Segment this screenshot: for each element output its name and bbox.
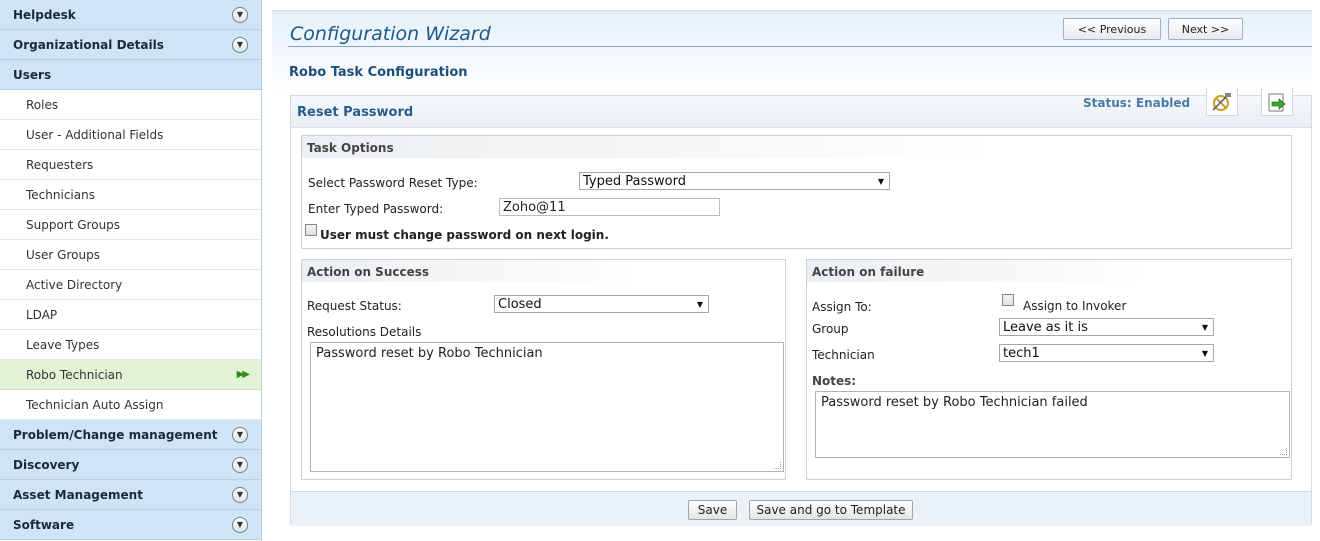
section-subtitle: Robo Task Configuration [289,65,468,80]
group-value: Leave as it is [1003,319,1088,335]
typed-password-input[interactable]: Zoho@11 [499,198,720,216]
reset-type-value: Typed Password [583,173,686,189]
reset-type-label: Select Password Reset Type: [308,176,478,190]
sidebar-item-technicians[interactable]: Technicians [0,180,261,210]
dropdown-arrow-icon: ▼ [877,176,884,186]
double-arrow-right-icon: ▶▶ [236,369,250,380]
technician-label: Technician [812,348,875,362]
sidebar-item-label: Requesters [26,157,94,172]
must-change-password-checkbox[interactable] [305,224,317,236]
request-status-label: Request Status: [307,299,402,313]
dropdown-arrow-icon: ▼ [1201,322,1208,332]
sidebar-item-user-groups[interactable]: User Groups [0,240,261,270]
action-on-success-legend: Action on Success [302,260,785,282]
sidebar-item-label: Support Groups [26,217,121,232]
sidebar-item-label: Technician Auto Assign [26,397,164,412]
request-status-value: Closed [498,296,542,312]
task-options-legend: Task Options [302,136,1291,158]
assign-to-invoker-checkbox[interactable] [1002,294,1014,306]
action-on-success-box: Action on Success Request Status: Closed… [301,259,786,480]
resolution-text: Password reset by Robo Technician [316,346,543,361]
status-label: Status: Enabled [1083,96,1191,110]
sidebar-item-leave-types[interactable]: Leave Types [0,330,261,360]
notes-text: Password reset by Robo Technician failed [821,395,1088,410]
sidebar-item-active-directory[interactable]: Active Directory [0,270,261,300]
sidebar-item-user-additional-fields[interactable]: User - Additional Fields [0,120,261,150]
resize-grip-icon[interactable] [1280,448,1287,455]
sidebar-section-label: Asset Management [13,487,143,502]
sidebar-section-helpdesk[interactable]: Helpdesk ▼ [0,0,261,30]
assign-to-label: Assign To: [812,300,872,314]
sidebar-item-requesters[interactable]: Requesters [0,150,261,180]
sidebar-section-label: Helpdesk [13,7,76,22]
next-button[interactable]: Next >> [1168,18,1243,40]
sidebar-item-label: Technicians [26,187,95,202]
main-content: Configuration Wizard Robo Task Configura… [272,0,1320,541]
sidebar-item-label: Roles [26,97,59,112]
previous-button[interactable]: << Previous [1063,18,1161,40]
chevron-down-icon[interactable]: ▼ [232,36,248,53]
sidebar-item-ldap[interactable]: LDAP [0,300,261,330]
sidebar-item-label: LDAP [26,307,58,322]
sidebar-section-asset-management[interactable]: Asset Management ▼ [0,480,261,510]
resolution-label: Resolutions Details [307,325,422,339]
typed-password-label: Enter Typed Password: [308,202,444,216]
must-change-password-label: User must change password on next login. [320,228,609,242]
wizard-banner: Configuration Wizard Robo Task Configura… [272,10,1312,95]
save-button[interactable]: Save [688,500,737,520]
dropdown-arrow-icon: ▼ [1201,348,1208,358]
robo-task-panel: Reset Password Status: Enabled Task Opti… [290,88,1312,526]
sidebar-section-users[interactable]: Users [0,60,261,90]
page-title: Configuration Wizard [290,23,491,45]
action-on-failure-box: Action on failure Assign To: Assign to I… [806,259,1292,480]
sidebar-item-label: User - Additional Fields [26,127,164,142]
resolution-textarea[interactable]: Password reset by Robo Technician [310,342,784,472]
form-footer: Save Save and go to Template [291,491,1311,526]
sidebar-item-support-groups[interactable]: Support Groups [0,210,261,240]
notes-textarea[interactable]: Password reset by Robo Technician failed [815,391,1290,458]
group-select[interactable]: Leave as it is ▼ [999,318,1214,336]
sidebar-item-label: User Groups [26,247,100,262]
sidebar-section-label: Problem/Change management [13,427,218,442]
sidebar: Helpdesk ▼ Organizational Details ▼ User… [0,0,262,541]
sidebar-item-label: Active Directory [26,277,123,292]
sidebar-section-software[interactable]: Software ▼ [0,510,261,540]
chevron-down-icon[interactable]: ▼ [232,516,248,533]
technician-select[interactable]: tech1 ▼ [999,344,1214,362]
sidebar-item-label: Leave Types [26,337,100,352]
sidebar-section-label: Discovery [13,457,80,472]
sidebar-section-organizational-details[interactable]: Organizational Details ▼ [0,30,261,60]
reset-type-select[interactable]: Typed Password ▼ [579,172,890,190]
chevron-down-icon[interactable]: ▼ [232,426,248,443]
task-options-box: Task Options Select Password Reset Type:… [301,135,1292,249]
save-and-go-to-template-button[interactable]: Save and go to Template [749,500,913,520]
request-status-select[interactable]: Closed ▼ [494,295,709,313]
group-label: Group [812,322,849,336]
chevron-down-icon[interactable]: ▼ [232,486,248,503]
disable-icon[interactable] [1206,88,1238,116]
panel-title: Reset Password [297,105,414,120]
technician-value: tech1 [1003,345,1040,361]
sidebar-section-problem-change-management[interactable]: Problem/Change management ▼ [0,420,261,450]
notes-label: Notes: [812,374,857,388]
divider [288,46,1312,47]
sidebar-section-label: Users [13,67,52,82]
sidebar-item-label: Robo Technician [26,367,123,382]
sidebar-item-technician-auto-assign[interactable]: Technician Auto Assign [0,390,261,420]
chevron-down-icon[interactable]: ▼ [232,6,248,23]
export-icon[interactable] [1261,88,1293,116]
chevron-down-icon[interactable]: ▼ [232,456,248,473]
sidebar-item-robo-technician[interactable]: Robo Technician ▶▶ [0,360,261,390]
resize-grip-icon[interactable] [774,462,781,469]
action-on-failure-legend: Action on failure [807,260,1291,282]
sidebar-section-label: Software [13,517,75,532]
sidebar-section-label: Organizational Details [13,37,164,52]
dropdown-arrow-icon: ▼ [696,299,703,309]
sidebar-item-roles[interactable]: Roles [0,90,261,120]
sidebar-section-discovery[interactable]: Discovery ▼ [0,450,261,480]
assign-to-invoker-label: Assign to Invoker [1023,299,1127,313]
